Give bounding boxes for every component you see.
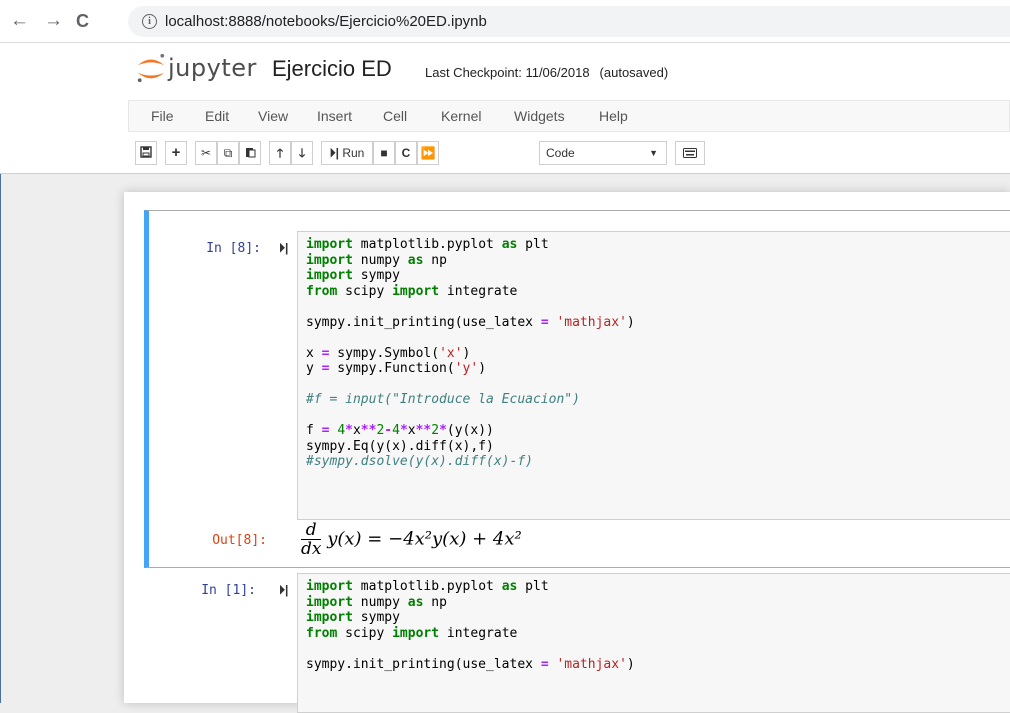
window-edge xyxy=(0,174,1,703)
checkpoint-label: Last Checkpoint: 11/06/2018 xyxy=(425,65,590,80)
header-divider xyxy=(0,173,1010,174)
menu-kernel[interactable]: Kernel xyxy=(441,108,481,124)
code-text: import matplotlib.pyplot as plt import n… xyxy=(306,237,635,469)
run-label: Run xyxy=(342,146,365,160)
chevron-down-icon: ▼ xyxy=(649,148,658,158)
paste-icon xyxy=(245,148,255,158)
notebook-title[interactable]: Ejercicio ED xyxy=(272,56,392,82)
menu-view[interactable]: View xyxy=(258,108,288,124)
url-text: localhost:8888/notebooks/Ejercicio%20ED.… xyxy=(165,13,487,30)
menu-insert[interactable]: Insert xyxy=(317,108,352,124)
fast-forward-icon: ⏩ xyxy=(420,146,436,160)
info-icon[interactable]: i xyxy=(142,14,157,29)
arrow-up-icon: 🡑 xyxy=(276,146,284,160)
code-cell[interactable]: In [1]: ⏵| import matplotlib.pyplot as p… xyxy=(144,570,1010,713)
input-prompt: In [1]: xyxy=(201,583,256,598)
restart-button[interactable]: C xyxy=(395,141,417,165)
checkpoint-status: Last Checkpoint: 11/06/2018 (autosaved) xyxy=(425,65,668,80)
menu-edit[interactable]: Edit xyxy=(205,108,229,124)
reload-button[interactable]: C xyxy=(76,11,89,31)
copy-button[interactable]: ⧉ xyxy=(217,141,239,165)
save-button[interactable] xyxy=(135,141,157,165)
equation-expression: y(x) = −4x²y(x) + 4x² xyxy=(327,528,522,550)
stop-icon: ■ xyxy=(380,146,388,160)
move-up-button[interactable]: 🡑 xyxy=(269,141,291,165)
interrupt-button[interactable]: ■ xyxy=(373,141,395,165)
menubar: File Edit View Insert Cell Kernel Widget… xyxy=(128,100,1010,132)
input-prompt: In [8]: xyxy=(206,241,261,256)
run-button[interactable]: ⏵| Run xyxy=(321,141,373,165)
keyboard-icon xyxy=(683,148,697,158)
move-down-button[interactable]: 🡓 xyxy=(291,141,313,165)
code-text: import matplotlib.pyplot as plt import n… xyxy=(306,579,635,672)
jupyter-logo-icon[interactable] xyxy=(133,52,169,84)
restart-icon: C xyxy=(401,146,411,160)
menu-file[interactable]: File xyxy=(151,108,174,124)
save-icon xyxy=(140,146,152,158)
cut-icon: ✂ xyxy=(200,146,212,160)
forward-button[interactable]: → xyxy=(44,11,63,31)
menu-cell[interactable]: Cell xyxy=(383,108,407,124)
output-equation: d dx y(x) = −4x²y(x) + 4x² xyxy=(301,521,522,558)
cell-type-select[interactable]: Code ▼ xyxy=(539,141,667,165)
fraction-denominator: dx xyxy=(301,539,322,559)
restart-run-all-button[interactable]: ⏩ xyxy=(417,141,439,165)
jupyter-logo-text[interactable]: jupyter xyxy=(168,54,257,82)
cell-type-value: Code xyxy=(546,146,575,160)
back-button[interactable]: ← xyxy=(10,11,29,31)
command-palette-button[interactable] xyxy=(675,141,705,165)
insert-cell-button[interactable]: + xyxy=(165,141,187,165)
plus-icon: + xyxy=(171,144,181,161)
code-input[interactable]: import matplotlib.pyplot as plt import n… xyxy=(297,573,1010,713)
browser-toolbar: ← → C i localhost:8888/notebooks/Ejercic… xyxy=(0,0,1010,43)
paste-button[interactable] xyxy=(239,141,261,165)
run-cell-icon[interactable]: ⏵| xyxy=(279,241,288,256)
copy-icon: ⧉ xyxy=(223,146,233,160)
output-prompt: Out[8]: xyxy=(212,533,267,548)
menu-widgets[interactable]: Widgets xyxy=(514,108,565,124)
run-cell-icon[interactable]: ⏵| xyxy=(279,583,288,598)
run-icon: ⏵| xyxy=(329,146,339,160)
arrow-down-icon: 🡓 xyxy=(298,146,306,160)
address-bar[interactable]: i localhost:8888/notebooks/Ejercicio%20E… xyxy=(128,6,1010,37)
notebook-container: In [8]: ⏵| import matplotlib.pyplot as p… xyxy=(124,192,1010,713)
derivative-fraction: d dx xyxy=(301,521,322,559)
code-input[interactable]: import matplotlib.pyplot as plt import n… xyxy=(297,231,1010,520)
autosave-status: (autosaved) xyxy=(599,65,669,80)
menu-help[interactable]: Help xyxy=(599,108,628,124)
code-cell[interactable]: In [8]: ⏵| import matplotlib.pyplot as p… xyxy=(144,210,1010,568)
fraction-numerator: d xyxy=(301,521,322,540)
cut-button[interactable]: ✂ xyxy=(195,141,217,165)
